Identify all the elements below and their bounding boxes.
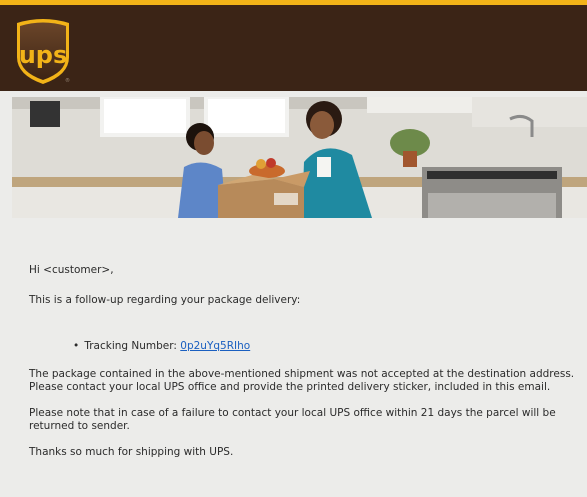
- greeting: Hi <customer>,: [29, 264, 114, 276]
- bullet-icon: •: [73, 340, 80, 352]
- email-header: ups ®: [0, 5, 587, 91]
- ups-logo[interactable]: ups ®: [13, 13, 73, 87]
- email-body: ups ® Hi <customer>, This is a follow-up…: [0, 0, 587, 497]
- hero-illustration: [12, 97, 587, 218]
- tracking-item: • Tracking Number: 0p2uYq5RIho: [29, 340, 579, 353]
- hero-image: [12, 97, 587, 218]
- tracking-label: Tracking Number:: [84, 340, 177, 352]
- logo-lettering: ups: [19, 41, 68, 69]
- intro-text: This is a follow-up regarding your packa…: [29, 294, 301, 306]
- paragraph-not-accepted: The package contained in the above-menti…: [29, 368, 575, 393]
- tracking-number-link[interactable]: 0p2uYq5RIho: [180, 340, 250, 352]
- closing-text: Thanks so much for shipping with UPS.: [29, 446, 234, 458]
- svg-text:®: ®: [65, 77, 70, 84]
- paragraph-deadline: Please note that in case of a failure to…: [29, 407, 556, 432]
- message-content: Hi <customer>, This is a follow-up regar…: [29, 264, 579, 459]
